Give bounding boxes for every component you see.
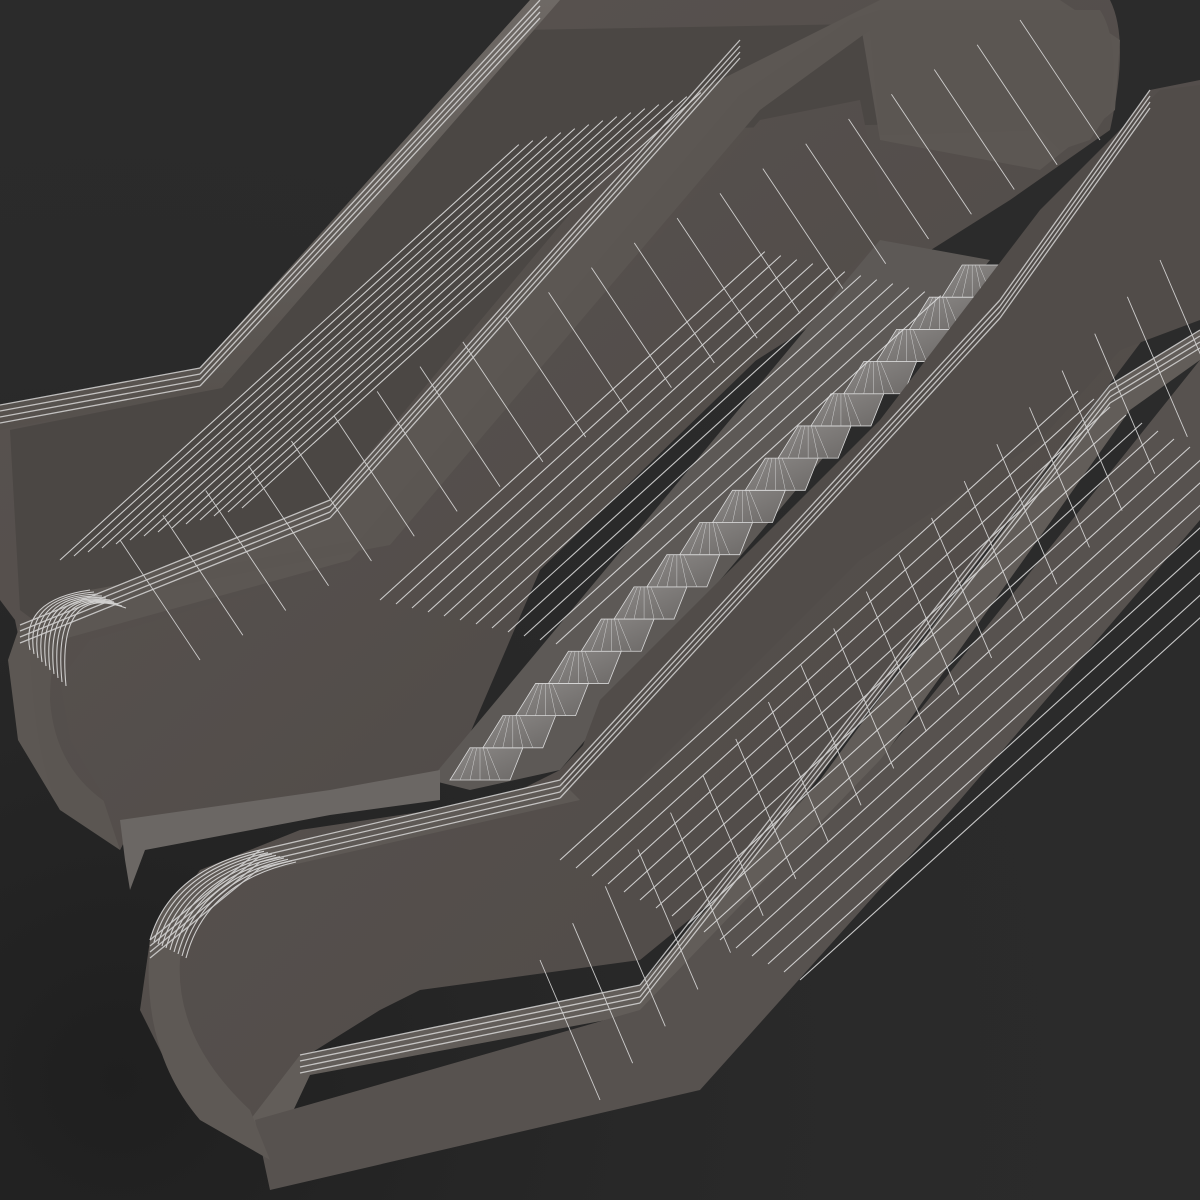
escalator-wireframe-render [0,0,1200,1200]
